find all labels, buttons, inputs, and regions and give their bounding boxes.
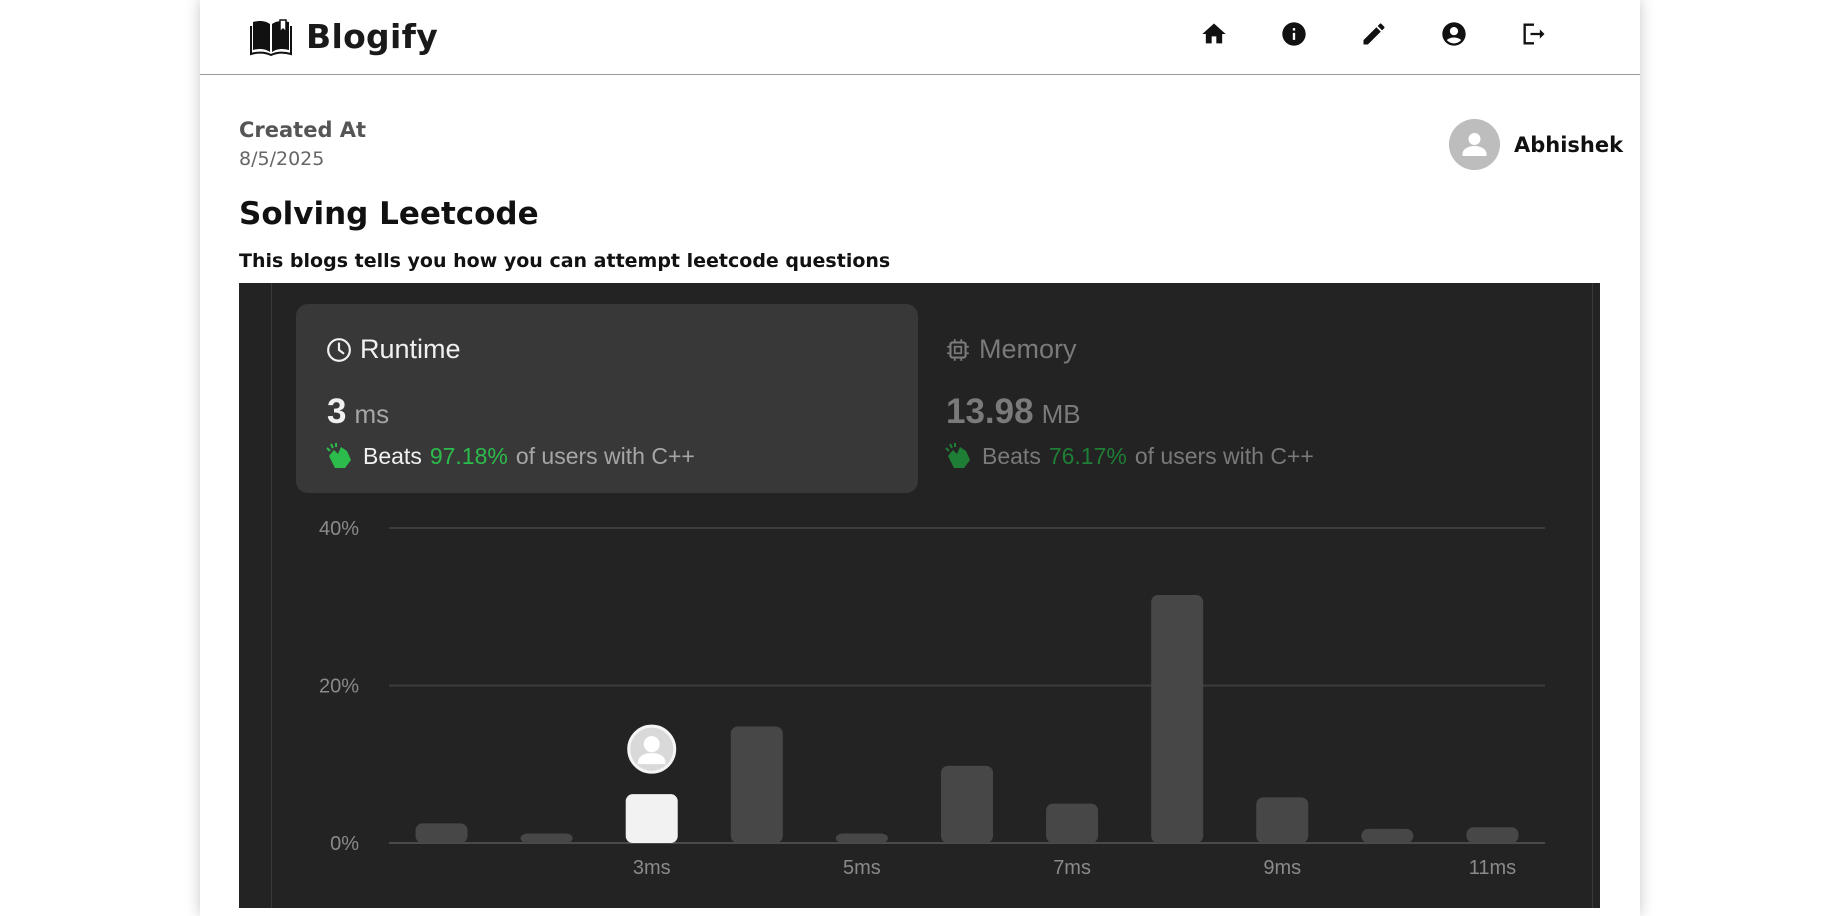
book-logo-icon bbox=[250, 19, 292, 56]
bar bbox=[520, 833, 573, 843]
avatar bbox=[1449, 119, 1500, 170]
bar bbox=[835, 833, 888, 843]
created-at-date: 8/5/2025 bbox=[239, 148, 325, 170]
author-chip[interactable]: Abhishek bbox=[1449, 119, 1623, 170]
bar bbox=[1151, 594, 1204, 843]
user-marker-head bbox=[643, 736, 660, 753]
logout-icon[interactable] bbox=[1518, 18, 1550, 50]
bar bbox=[415, 823, 468, 843]
bar bbox=[730, 726, 783, 843]
y-tick-label: 0% bbox=[330, 833, 359, 855]
brand-name: Blogify bbox=[306, 16, 439, 56]
post-title: Solving Leetcode bbox=[239, 196, 539, 232]
navbar: Blogify bbox=[200, 0, 1640, 75]
y-tick-label: 20% bbox=[319, 676, 359, 698]
x-tick-label: 5ms bbox=[843, 857, 881, 879]
info-icon[interactable] bbox=[1278, 18, 1310, 50]
bar bbox=[1361, 828, 1414, 843]
bar bbox=[1466, 827, 1519, 843]
bar bbox=[1046, 803, 1099, 843]
runtime-distribution-chart: 0% 20% 40% 3ms 5ms 7ms 9ms 11ms bbox=[319, 518, 1545, 879]
x-tick-label: 11ms bbox=[1469, 857, 1516, 879]
account-icon[interactable] bbox=[1438, 18, 1470, 50]
brand[interactable]: Blogify bbox=[250, 14, 438, 58]
x-tick-label: 9ms bbox=[1263, 857, 1301, 879]
post-description: This blogs tells you how you can attempt… bbox=[239, 250, 891, 272]
page-container: Blogify Created At 8/5/2025 Abhishek Sol… bbox=[200, 0, 1640, 916]
created-at-label: Created At bbox=[239, 118, 367, 142]
leetcode-screenshot-image: Runtime 3 ms Beats 97.18% of users with C… bbox=[239, 283, 1600, 908]
bar bbox=[941, 765, 993, 843]
x-tick-label: 3ms bbox=[633, 857, 671, 879]
highlighted-bar bbox=[625, 794, 678, 843]
home-icon[interactable] bbox=[1198, 18, 1230, 50]
y-tick-label: 40% bbox=[319, 518, 359, 540]
edit-icon[interactable] bbox=[1358, 18, 1390, 50]
x-tick-label: 7ms bbox=[1053, 857, 1091, 879]
person-icon bbox=[1449, 119, 1500, 170]
bar bbox=[1256, 797, 1309, 843]
author-name: Abhishek bbox=[1514, 132, 1624, 157]
